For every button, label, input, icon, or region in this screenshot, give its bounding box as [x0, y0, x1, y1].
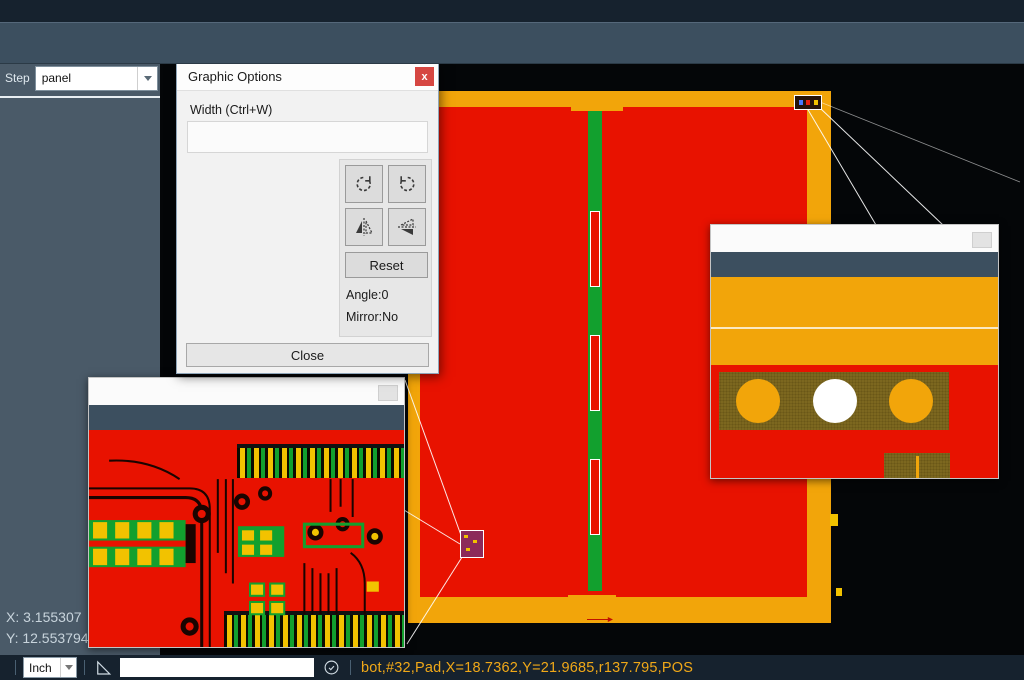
apply-sync-icon[interactable] — [323, 659, 340, 676]
magnifier-right-toolbar — [711, 252, 998, 277]
width-label: Width (Ctrl+W) — [190, 103, 272, 117]
magnifier-left-toolbar — [89, 405, 404, 430]
rotate-ccw-button[interactable] — [388, 165, 426, 203]
rail-connector — [590, 211, 600, 287]
main-toolbar — [0, 22, 1024, 64]
graphic-options-dialog: Graphic Options x Width (Ctrl+W) — [176, 62, 439, 374]
command-input[interactable] — [120, 658, 314, 677]
reset-button[interactable]: Reset — [345, 252, 428, 278]
status-bar: Inch bot,#32,Pad,X=18.7362,Y=21.9685,r13… — [0, 655, 1024, 680]
mirror-horizontal-icon — [352, 215, 376, 239]
close-button[interactable]: Close — [186, 343, 429, 367]
step-label: Step — [2, 71, 35, 85]
dialog-title: Graphic Options — [188, 69, 282, 84]
step-select[interactable]: panel — [35, 66, 158, 91]
status-selection-info: bot,#32,Pad,X=18.7362,Y=21.9685,r137.795… — [361, 660, 693, 676]
rotate-cw-icon — [352, 172, 376, 196]
pcb-zoom-art — [89, 430, 404, 647]
mirror-readout: Mirror:No — [346, 310, 398, 324]
rail-connector — [590, 459, 600, 535]
pad-circles — [711, 277, 998, 478]
magnifier-right-titlebar[interactable] — [711, 225, 998, 252]
step-select-value: panel — [42, 71, 71, 85]
magnifier-left-menu-button[interactable] — [378, 385, 398, 401]
coordinate-x: X: 3.155307 — [6, 607, 89, 628]
chevron-down-icon — [60, 658, 76, 677]
angle-readout: Angle:0 — [346, 288, 388, 302]
magnifier-window-left — [88, 377, 405, 648]
zoom-region-marker-top[interactable] — [794, 95, 822, 110]
mirror-horizontal-button[interactable] — [345, 208, 383, 246]
step-row: Step panel — [2, 65, 158, 91]
unit-value: Inch — [29, 661, 52, 675]
fill-mode-radiogroup — [187, 121, 428, 153]
magnifier-left-view[interactable] — [89, 430, 404, 647]
layer-list — [0, 96, 160, 98]
corner-angle-icon[interactable] — [94, 659, 112, 677]
panel-notch-bottom — [568, 595, 616, 603]
unit-select[interactable]: Inch — [23, 657, 77, 678]
dialog-titlebar[interactable]: Graphic Options x — [177, 63, 438, 91]
pad-zoom-secondary — [884, 453, 950, 478]
magnifier-right-view[interactable] — [711, 277, 998, 478]
coordinate-y: Y: 12.553794 — [6, 628, 89, 649]
cam-viewer-app: { "menubar": {"items": ["File", "View", … — [0, 0, 1024, 680]
panel-notch-top — [571, 103, 623, 111]
transform-panel: Reset Angle:0 Mirror:No — [339, 159, 432, 337]
rotate-ccw-icon — [395, 172, 419, 196]
magnifier-left-titlebar[interactable] — [89, 378, 404, 405]
close-icon[interactable]: x — [415, 67, 434, 86]
magnifier-right-menu-button[interactable] — [972, 232, 992, 248]
mirror-vertical-icon — [395, 215, 419, 239]
cursor-coordinates: X: 3.155307 Y: 12.553794 — [6, 607, 89, 649]
zoom-region-marker-bottom[interactable] — [460, 530, 484, 558]
mirror-vertical-button[interactable] — [388, 208, 426, 246]
stray-pad — [836, 588, 842, 596]
chevron-down-icon — [137, 67, 157, 90]
magnifier-window-right — [710, 224, 999, 479]
rail-connector — [590, 335, 600, 411]
rotate-cw-button[interactable] — [345, 165, 383, 203]
menu-bar — [0, 0, 1024, 22]
stray-pad — [830, 514, 838, 526]
